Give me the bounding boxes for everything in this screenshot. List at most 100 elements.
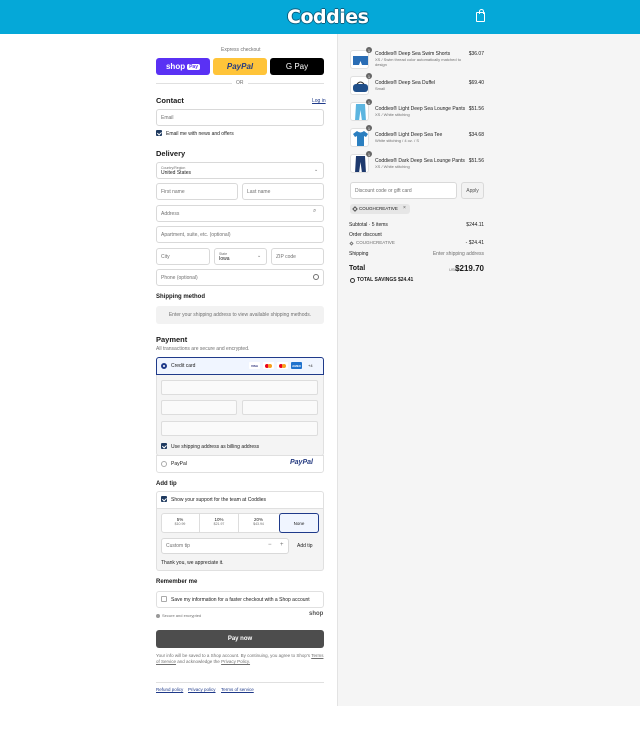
- secure-label: Secure and encrypted: [162, 613, 202, 618]
- item-price: $51.56: [468, 158, 484, 164]
- expiration-field[interactable]: [161, 400, 237, 415]
- item-price: $69.40: [468, 80, 484, 86]
- item-price: $51.56: [468, 106, 484, 112]
- mastercard-icon: [263, 362, 274, 369]
- paypal-label: PayPal: [171, 461, 187, 467]
- payment-title: Payment: [156, 335, 188, 344]
- dark-pants-icon: [355, 156, 366, 172]
- email-field[interactable]: Email: [156, 109, 324, 126]
- item-qty-badge: 1: [366, 151, 372, 157]
- shopping-bag-icon[interactable]: [476, 9, 485, 22]
- increase-tip-button[interactable]: +: [280, 542, 284, 548]
- item-thumbnail: [350, 154, 369, 173]
- brand-logo[interactable]: Coddies: [287, 6, 369, 28]
- discount-code-field[interactable]: Discount code or gift card: [350, 182, 457, 199]
- item-variant: White stitching / 4 oz. / S: [375, 138, 420, 143]
- address-field[interactable]: Address: [156, 205, 324, 222]
- delivery-title: Delivery: [156, 149, 186, 158]
- item-thumbnail: [350, 128, 369, 147]
- header-bar: Coddies: [0, 0, 640, 34]
- maestro-icon: [277, 362, 288, 369]
- item-variant: XS / Swim thread color automatically mat…: [375, 57, 462, 67]
- shop-logo: shop: [309, 611, 324, 617]
- remember-title: Remember me: [156, 579, 198, 585]
- privacy-policy-link[interactable]: Privacy policy: [188, 687, 216, 692]
- billing-checkbox[interactable]: [161, 443, 167, 449]
- credit-card-label: Credit card: [171, 363, 196, 369]
- legal-line: Your info will be saved to a Shop accoun…: [156, 653, 311, 658]
- shop-privacy-link[interactable]: Privacy Policy.: [221, 659, 250, 664]
- help-icon[interactable]: [313, 274, 319, 280]
- first-name-placeholder: First name: [161, 188, 185, 195]
- phone-placeholder: Phone (optional): [161, 274, 198, 281]
- refund-policy-link[interactable]: Refund policy: [156, 687, 183, 692]
- tip-option-5[interactable]: 5% $10.99: [161, 513, 200, 533]
- discount-tag-code: COUGHCREATIVE: [359, 206, 398, 211]
- tip-option-none[interactable]: None: [279, 513, 319, 533]
- duffel-bag-icon: [353, 81, 368, 92]
- phone-field[interactable]: Phone (optional): [156, 269, 324, 286]
- chevron-down-icon: ⌄: [314, 167, 319, 173]
- item-qty-badge: 1: [366, 73, 372, 79]
- total-value: $219.70: [455, 264, 484, 273]
- decrease-tip-button[interactable]: −: [268, 542, 272, 548]
- tip-title: Add tip: [156, 481, 177, 487]
- first-name-field[interactable]: First name: [156, 183, 238, 200]
- zip-field[interactable]: ZIP code: [271, 248, 324, 265]
- shop-pay-text: shop: [165, 62, 186, 71]
- item-thumbnail: [350, 76, 369, 95]
- paypal-logo-icon: PayPal: [290, 459, 313, 466]
- pay-now-button[interactable]: Pay now: [156, 630, 324, 648]
- city-placeholder: City: [161, 253, 170, 260]
- shipping-method-message: Enter your shipping address to view avai…: [156, 306, 324, 324]
- shipping-value: Enter shipping address: [432, 251, 484, 257]
- google-pay-button[interactable]: G Pay: [270, 58, 324, 75]
- security-code-field[interactable]: [242, 400, 318, 415]
- item-qty-badge: 1: [366, 99, 372, 105]
- legal-text: Your info will be saved to a Shop accoun…: [156, 653, 326, 665]
- lock-icon: [156, 614, 160, 618]
- summary-discount-code: COUGHCREATIVE: [356, 240, 395, 245]
- discount-amount: - $24.41: [465, 240, 484, 246]
- city-field[interactable]: City: [156, 248, 210, 265]
- tip-amount: $10.99: [174, 522, 186, 526]
- remove-discount-icon[interactable]: ×: [403, 205, 406, 211]
- paypal-radio[interactable]: [161, 461, 167, 467]
- item-variant: Small: [375, 86, 386, 91]
- last-name-field[interactable]: Last name: [242, 183, 324, 200]
- name-on-card-field[interactable]: [161, 421, 318, 436]
- login-link[interactable]: Log in: [312, 98, 326, 104]
- visa-icon: VISA: [249, 362, 260, 369]
- footer-divider: [156, 682, 324, 683]
- tip-checkbox[interactable]: [161, 496, 167, 502]
- tip-option-10[interactable]: 10% $21.97: [200, 513, 239, 533]
- apply-discount-button[interactable]: Apply: [461, 182, 484, 199]
- card-number-field[interactable]: [161, 380, 318, 395]
- credit-card-radio[interactable]: [161, 363, 167, 369]
- email-placeholder: Email: [161, 114, 174, 121]
- payment-subtitle: All transactions are secure and encrypte…: [156, 346, 250, 352]
- tip-thanks: Thank you, we appreciate it.: [161, 560, 224, 566]
- country-select[interactable]: Country/Region United States: [156, 162, 324, 179]
- total-savings-label: TOTAL SAVINGS: [357, 277, 397, 283]
- order-discount-label: Order discount: [349, 232, 382, 238]
- more-cards-label: +4: [308, 363, 313, 368]
- tee-shirt-icon: [353, 131, 368, 146]
- apartment-field[interactable]: Apartment, suite, etc. (optional): [156, 226, 324, 243]
- item-variant: XS / White stitching: [375, 112, 410, 117]
- remember-checkbox[interactable]: [161, 596, 167, 602]
- add-tip-button[interactable]: Add tip: [297, 543, 313, 549]
- news-label: Email me with news and offers: [166, 131, 234, 137]
- tip-pct: None: [293, 520, 305, 526]
- legal-and: and acknowledge the: [177, 659, 220, 664]
- shop-pay-button[interactable]: shop Pay: [156, 58, 210, 75]
- subtotal-value: $244.11: [466, 222, 484, 228]
- news-checkbox[interactable]: [156, 130, 162, 136]
- contact-title: Contact: [156, 96, 184, 105]
- terms-of-service-link[interactable]: Terms of service: [221, 687, 254, 692]
- tip-option-20[interactable]: 20% $43.94: [239, 513, 278, 533]
- paypal-express-button[interactable]: PayPal: [213, 58, 267, 75]
- billing-label: Use shipping address as billing address: [171, 444, 260, 450]
- total-label: Total: [349, 265, 366, 272]
- express-checkout-label: Express checkout: [221, 47, 261, 53]
